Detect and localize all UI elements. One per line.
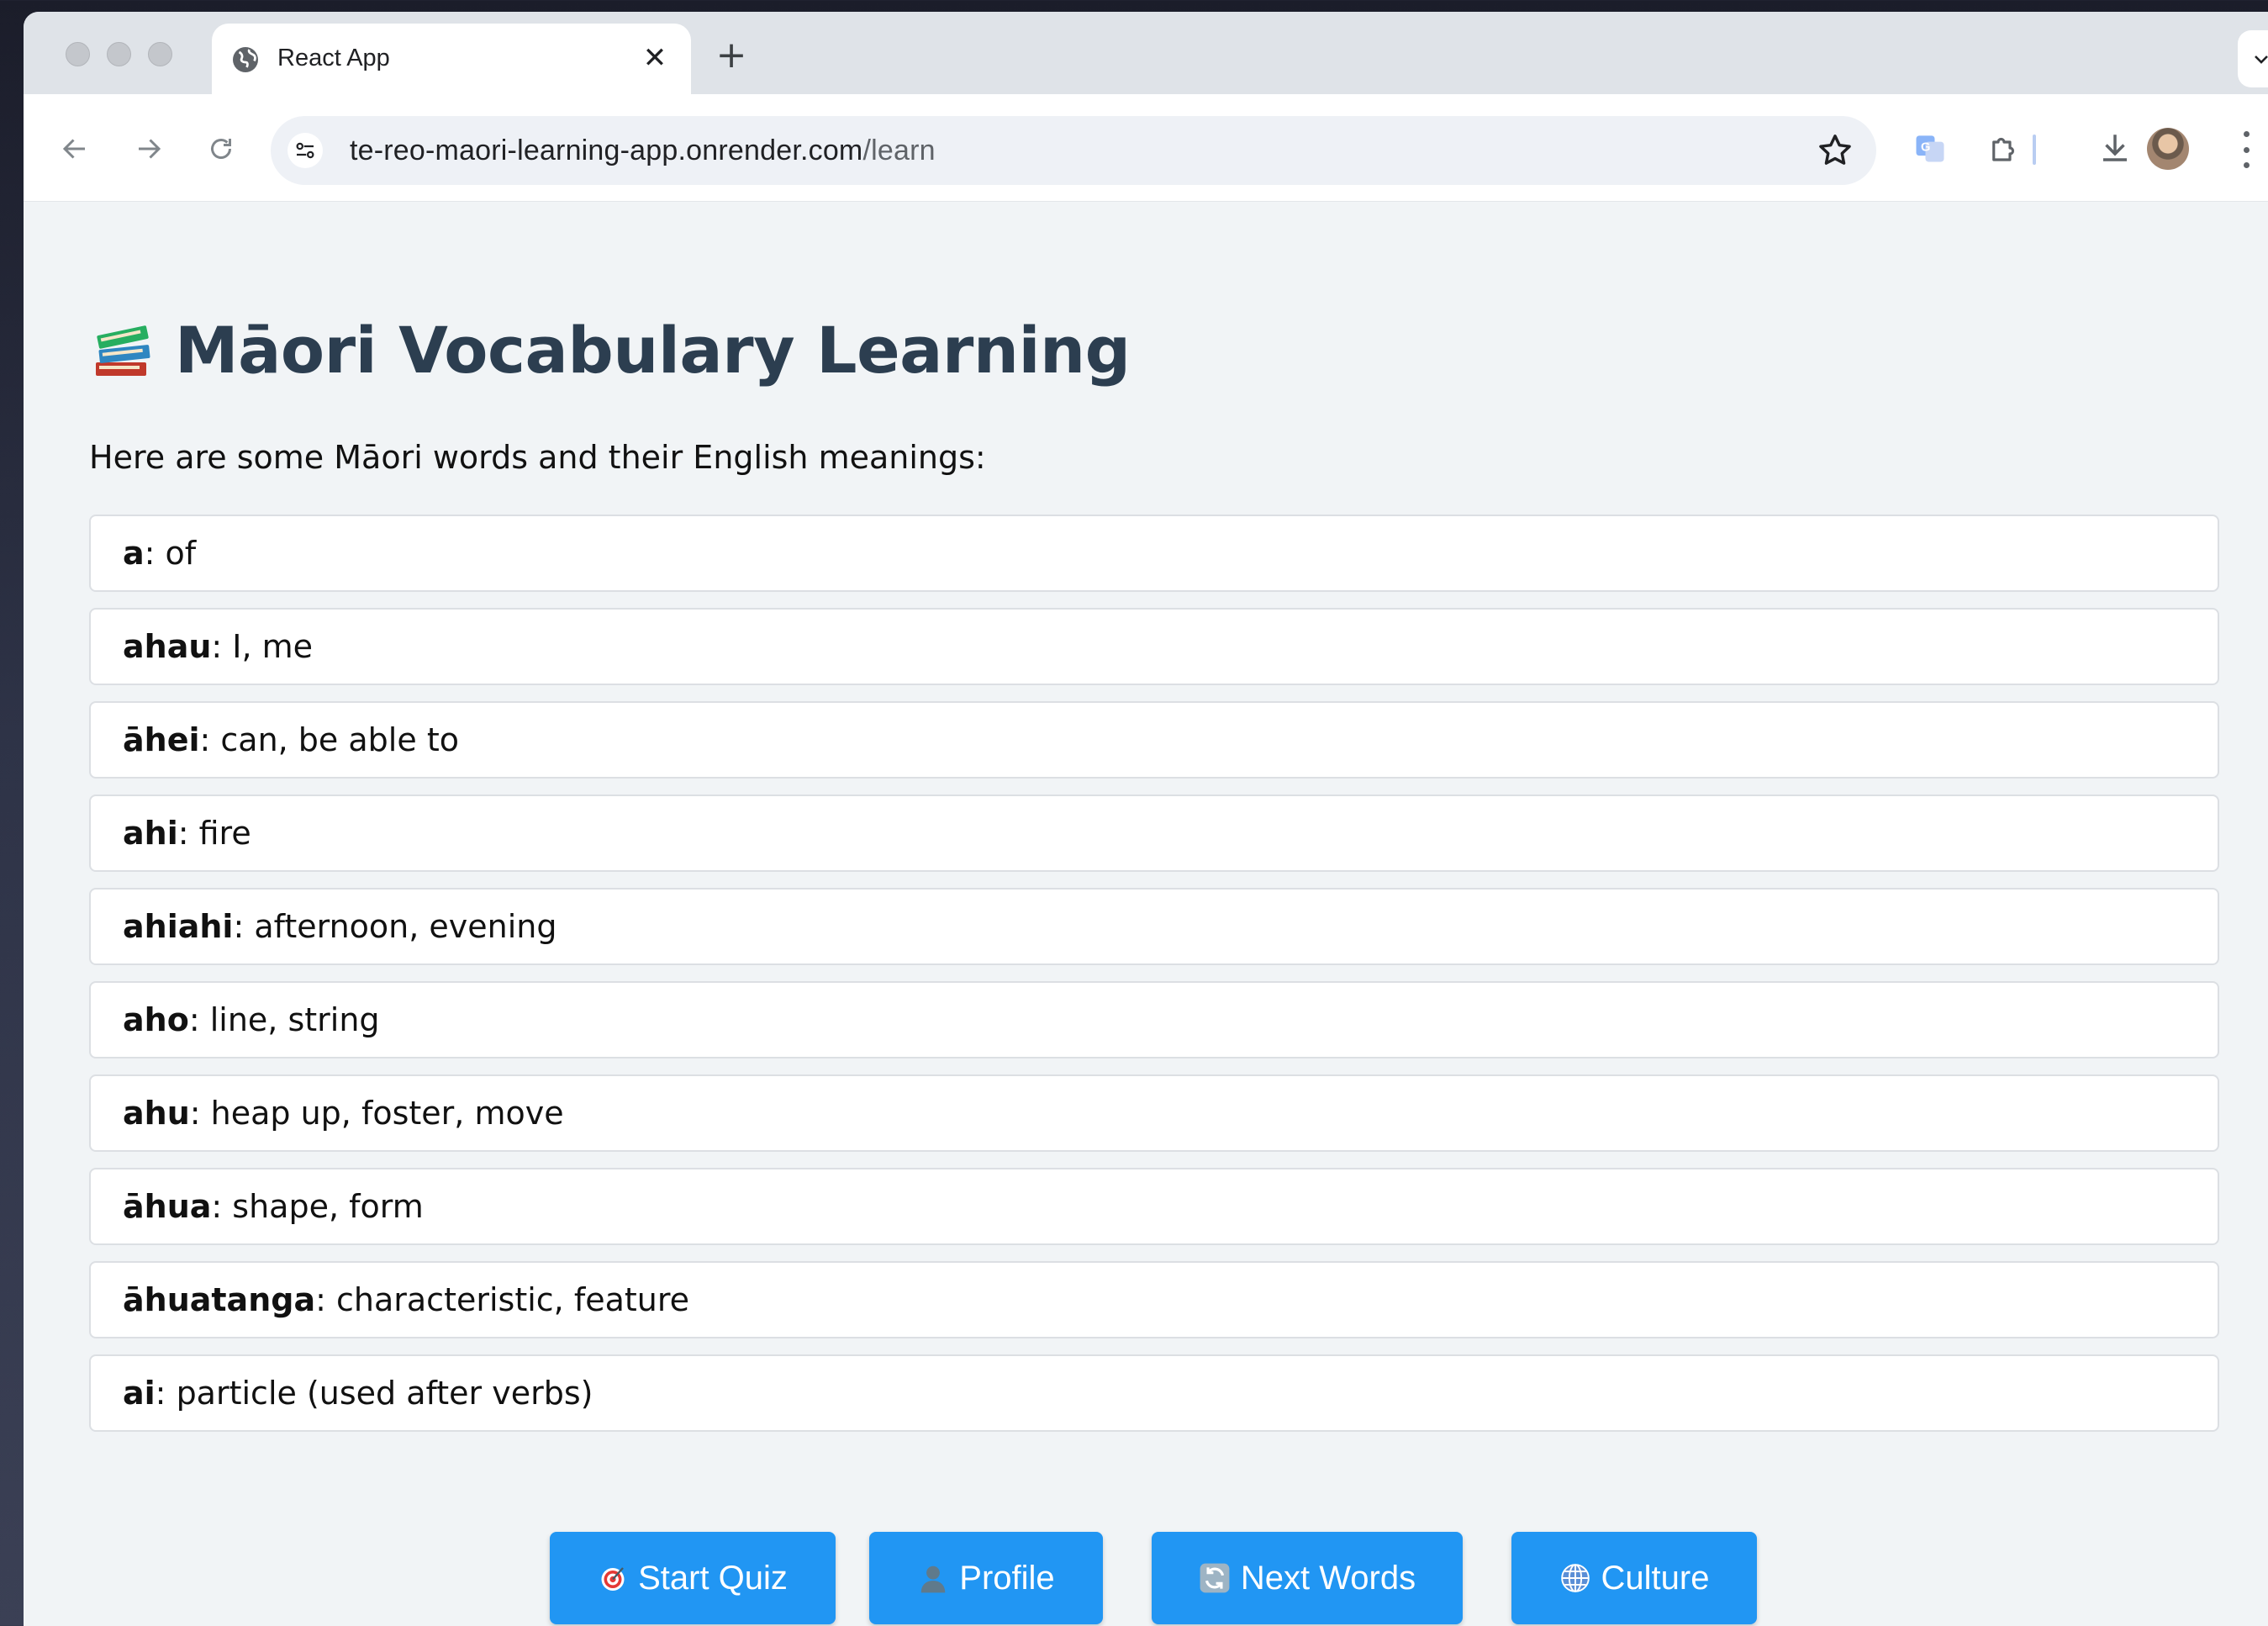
translate-icon[interactable]: G <box>1907 124 1954 172</box>
english-meaning: fire <box>198 815 251 852</box>
next-words-button[interactable]: Next Words <box>1152 1532 1463 1624</box>
culture-label: Culture <box>1601 1559 1710 1597</box>
zoom-window-button[interactable] <box>148 42 172 66</box>
vocab-item: a: of <box>89 515 2219 592</box>
refresh-icon <box>1199 1562 1231 1594</box>
separator: : <box>211 1188 233 1225</box>
browser-window: React App ✕ + te-reo-maori-learning-app.… <box>24 12 2268 1626</box>
profile-label: Profile <box>959 1559 1055 1597</box>
maori-word: ahu <box>123 1095 190 1132</box>
globe-meridians-icon <box>1559 1562 1591 1594</box>
english-meaning: shape, form <box>232 1188 424 1225</box>
toolbar-divider <box>2033 135 2036 165</box>
close-window-button[interactable] <box>66 42 90 66</box>
profile-avatar[interactable] <box>2147 128 2189 170</box>
url-text[interactable]: te-reo-maori-learning-app.onrender.com/l… <box>350 135 936 167</box>
maori-word: ahiahi <box>123 908 234 945</box>
start-quiz-label: Start Quiz <box>638 1559 788 1597</box>
vocab-item: ahau: I, me <box>89 608 2219 685</box>
maori-word: āhuatanga <box>123 1281 316 1318</box>
maori-word: ahi <box>123 815 178 852</box>
reload-icon[interactable] <box>198 126 244 172</box>
page-heading: Māori Vocabulary Learning <box>89 313 1131 388</box>
page-title: Māori Vocabulary Learning <box>175 313 1131 388</box>
tab-search-chevron-icon[interactable] <box>2238 30 2268 87</box>
books-icon <box>96 325 150 376</box>
url-host: te-reo-maori-learning-app.onrender.com <box>350 135 863 166</box>
maori-word: āhua <box>123 1188 212 1225</box>
vocab-item: āhei: can, be able to <box>89 701 2219 779</box>
separator: : <box>199 721 221 758</box>
browser-toolbar: te-reo-maori-learning-app.onrender.com/l… <box>24 94 2268 202</box>
maori-word: ai <box>123 1375 156 1412</box>
vocab-item: aho: line, string <box>89 981 2219 1058</box>
url-path: /learn <box>862 135 936 166</box>
next-words-label: Next Words <box>1240 1559 1416 1597</box>
tab-title: React App <box>277 45 390 71</box>
culture-button[interactable]: Culture <box>1511 1532 1757 1624</box>
separator: : <box>189 1095 211 1132</box>
vocab-item: ahi: fire <box>89 795 2219 872</box>
svg-text:G: G <box>1921 141 1930 155</box>
vocab-item: ai: particle (used after verbs) <box>89 1354 2219 1432</box>
globe-icon <box>233 47 258 72</box>
browser-menu-icon[interactable] <box>2239 131 2253 168</box>
separator: : <box>177 815 199 852</box>
intro-text: Here are some Māori words and their Engl… <box>89 439 986 476</box>
separator: : <box>155 1375 177 1412</box>
english-meaning: characteristic, feature <box>336 1281 690 1318</box>
window-controls <box>66 42 172 66</box>
vocab-item: ahu: heap up, foster, move <box>89 1074 2219 1152</box>
english-meaning: afternoon, evening <box>254 908 557 945</box>
profile-button[interactable]: Profile <box>869 1532 1103 1624</box>
separator: : <box>233 908 255 945</box>
maori-word: a <box>123 535 145 572</box>
separator: : <box>315 1281 336 1318</box>
back-icon[interactable] <box>52 126 98 172</box>
close-tab-icon[interactable]: ✕ <box>637 40 672 76</box>
maori-word: aho <box>123 1001 189 1038</box>
english-meaning: of <box>165 535 197 572</box>
english-meaning: heap up, foster, move <box>210 1095 564 1132</box>
vocab-item: āhuatanga: characteristic, feature <box>89 1261 2219 1338</box>
separator: : <box>188 1001 210 1038</box>
vocab-list: a: of ahau: I, me āhei: can, be able to … <box>89 515 2219 1448</box>
english-meaning: particle (used after verbs) <box>176 1375 593 1412</box>
maori-word: ahau <box>123 628 212 665</box>
maori-word: āhei <box>123 721 200 758</box>
extensions-icon[interactable] <box>1981 124 2028 172</box>
english-meaning: can, be able to <box>220 721 459 758</box>
address-bar[interactable]: te-reo-maori-learning-app.onrender.com/l… <box>271 116 1876 185</box>
download-icon[interactable] <box>2091 124 2139 172</box>
page-content: Māori Vocabulary Learning Here are some … <box>24 202 2268 1626</box>
new-tab-button[interactable]: + <box>711 37 752 77</box>
english-meaning: I, me <box>232 628 314 665</box>
vocab-item: ahiahi: afternoon, evening <box>89 888 2219 965</box>
vocab-item: āhua: shape, form <box>89 1168 2219 1245</box>
bookmark-star-icon[interactable] <box>1816 131 1854 170</box>
start-quiz-button[interactable]: Start Quiz <box>550 1532 836 1624</box>
minimize-window-button[interactable] <box>107 42 131 66</box>
separator: : <box>144 535 166 572</box>
site-settings-icon[interactable] <box>287 133 323 168</box>
separator: : <box>211 628 233 665</box>
browser-tab[interactable]: React App ✕ <box>212 24 691 94</box>
target-icon <box>598 1563 628 1593</box>
user-silhouette-icon <box>917 1562 949 1594</box>
english-meaning: line, string <box>209 1001 380 1038</box>
tab-strip: React App ✕ + <box>24 12 2268 94</box>
forward-icon[interactable] <box>126 126 171 172</box>
